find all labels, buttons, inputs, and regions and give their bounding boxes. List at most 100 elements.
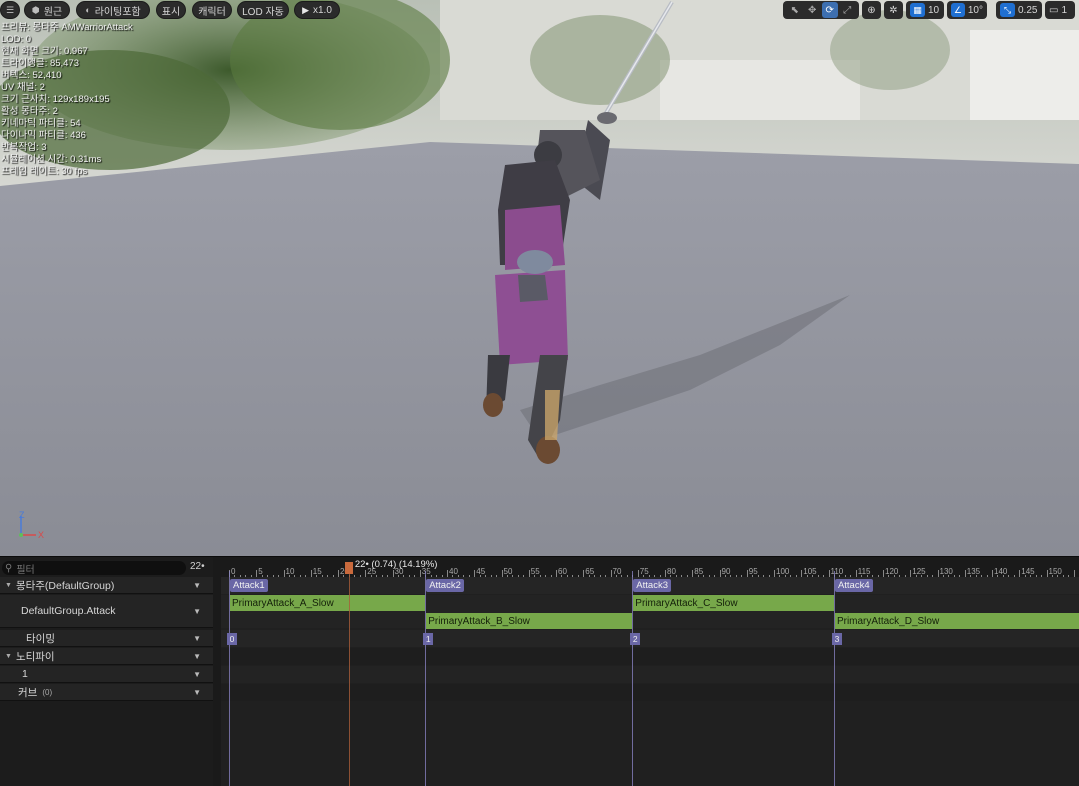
montage-group-row[interactable]: ▼ 몽타주(DefaultGroup) ▼ <box>0 577 213 594</box>
axis-x-label: X <box>38 530 44 540</box>
scale-snap-icon: ⤡ <box>1000 3 1015 17</box>
rotate-icon[interactable]: ⟳ <box>822 2 838 18</box>
slot-row[interactable]: DefaultGroup.Attack ▼ <box>0 595 213 628</box>
ruler-tick-label: 10 <box>285 567 295 576</box>
play-icon: ▶ <box>302 4 309 15</box>
collapse-triangle-icon[interactable]: ▼ <box>5 653 12 660</box>
playhead-line <box>348 574 350 786</box>
viewport-menu-button[interactable]: ☰ <box>0 1 20 19</box>
filter-input[interactable]: ⚲ 필터 <box>2 561 186 576</box>
anim-segment[interactable]: PrimaryAttack_D_Slow <box>834 613 1079 629</box>
snap-surface-icon: ✲ <box>889 4 898 16</box>
stat-line: 프레임 레이트: 30 fps <box>1 166 88 177</box>
preview-viewport[interactable]: ☰ ⬢ 원근 ◐ 라이팅포함 표시 캐릭터 LOD 자동 ▶ x1.0 ⬉ ✥ … <box>0 0 1079 556</box>
globe-icon: ⊕ <box>867 4 876 16</box>
scale-snap-toggle[interactable]: ⤡ 0.25 <box>996 1 1042 19</box>
chevron-down-icon[interactable]: ▼ <box>193 581 201 590</box>
collapse-triangle-icon[interactable]: ▼ <box>5 582 12 589</box>
timing-marker[interactable]: 0 <box>227 633 237 645</box>
ruler-tick-label: 140 <box>994 567 1008 576</box>
grid-snap-toggle[interactable]: ▦ 10 <box>906 1 944 19</box>
timing-row[interactable]: 타이밍 ▼ <box>0 630 213 647</box>
section-line <box>833 571 835 786</box>
axis-gizmo: Z X <box>19 510 44 540</box>
stat-line: 프리뷰: 몽타주 AMWarriorAttack <box>1 22 133 33</box>
ruler-tick-label: 50 <box>503 567 513 576</box>
timing-marker[interactable]: 2 <box>630 633 641 645</box>
ruler-tick-label: 120 <box>885 567 899 576</box>
search-icon: ⚲ <box>5 562 13 574</box>
ruler-tick-label: 0 <box>231 567 236 576</box>
chevron-down-icon[interactable]: ▼ <box>193 652 201 661</box>
scale-icon[interactable]: ⤢ <box>840 2 856 18</box>
show-button[interactable]: 표시 <box>156 1 186 19</box>
timing-marker[interactable]: 3 <box>831 633 842 645</box>
lighting-mode-button[interactable]: ◐ 라이팅포함 <box>76 1 150 19</box>
surface-snap-toggle[interactable]: ✲ <box>884 1 903 19</box>
ruler-tick-label: 80 <box>667 567 676 576</box>
stat-line: 키네마틱 파티클: 54 <box>1 118 81 129</box>
character-button[interactable]: 캐릭터 <box>192 1 232 19</box>
playhead-handle[interactable] <box>344 562 353 574</box>
chevron-down-icon[interactable]: ▼ <box>193 670 201 679</box>
anim-segment[interactable]: PrimaryAttack_A_Slow <box>230 595 426 611</box>
chevron-down-icon[interactable]: ▼ <box>193 688 201 697</box>
cube-icon: ⬢ <box>31 4 40 15</box>
perspective-button[interactable]: ⬢ 원근 <box>24 1 70 19</box>
translate-icon[interactable]: ✥ <box>805 2 821 18</box>
lit-sphere-icon: ◐ <box>85 5 91 15</box>
camera-icon: ▭ <box>1049 4 1059 16</box>
stat-line: 현재 화면 크기: 0.967 <box>1 46 88 57</box>
lod-button[interactable]: LOD 자동 <box>237 1 289 19</box>
ruler-tick-label: 130 <box>939 567 953 576</box>
stat-line: 트라이앵글: 85,473 <box>1 58 80 69</box>
curve-row[interactable]: 커브 (0) ▼ <box>0 684 213 701</box>
stat-line: LOD: 0 <box>1 34 32 45</box>
ruler-tick-label: 150 <box>1048 567 1062 576</box>
stat-line: 다이나믹 파티클: 436 <box>1 130 86 141</box>
notify-track-row[interactable]: 1 ▼ <box>0 666 213 683</box>
ruler-tick-label: 75 <box>639 567 649 576</box>
ruler-tick-label: 5 <box>258 567 263 576</box>
anim-segment[interactable]: PrimaryAttack_B_Slow <box>426 613 633 629</box>
hamburger-icon: ☰ <box>5 4 15 15</box>
chevron-down-icon[interactable]: ▼ <box>193 634 201 643</box>
stat-line: 버텍스: 52,410 <box>1 70 62 81</box>
ruler-tick-label: 85 <box>694 567 704 576</box>
ruler-tick-label: 40 <box>449 567 458 576</box>
notify-row[interactable]: ▼ 노티파이 ▼ <box>0 648 213 665</box>
section-marker[interactable]: Attack1 <box>230 579 268 592</box>
play-rate-button[interactable]: ▶ x1.0 <box>294 1 340 19</box>
ruler-tick-label: 55 <box>530 567 540 576</box>
grid-icon: ▦ <box>910 3 925 17</box>
chevron-down-icon[interactable]: ▼ <box>193 607 201 616</box>
stat-line: 활성 몽타주: 2 <box>1 106 58 117</box>
ruler-tick-label: 100 <box>776 567 790 576</box>
ruler-tick-label: 70 <box>612 567 622 576</box>
section-marker[interactable]: Attack3 <box>633 579 671 592</box>
rotation-snap-toggle[interactable]: ∠ 10° <box>947 1 987 19</box>
anim-segment[interactable]: PrimaryAttack_C_Slow <box>633 595 834 611</box>
axis-z-label: Z <box>19 510 25 520</box>
camera-speed-button[interactable]: ▭ 1 <box>1045 1 1075 19</box>
stat-line: UV 채널: 2 <box>1 82 45 93</box>
ruler-tick-label: 90 <box>721 567 731 576</box>
ruler-tick-label: 45 <box>476 567 486 576</box>
stat-line: 시뮬레이션 시간: 0.31ms <box>1 154 102 165</box>
timeline-area[interactable]: 0510152025303540455055606570758085909510… <box>221 557 1079 786</box>
transform-tools: ⬉ ✥ ⟳ ⤢ <box>783 1 859 19</box>
animation-montage-editor: ☰ ⬢ 원근 ◐ 라이팅포함 표시 캐릭터 LOD 자동 ▶ x1.0 ⬉ ✥ … <box>0 0 1079 786</box>
world-local-toggle[interactable]: ⊕ <box>862 1 881 19</box>
ruler-tick-label: 105 <box>803 567 817 576</box>
playhead-label: 22• (0.74) (14.19%) <box>354 559 438 570</box>
ruler-tick-label: 60 <box>558 567 567 576</box>
montage-timeline-panel: ⚲ 필터 22• ▼ 몽타주(DefaultGroup) ▼ DefaultGr… <box>0 556 1079 786</box>
ruler-tick-label: 110 <box>830 567 844 576</box>
current-frame-display: 22• <box>190 561 205 572</box>
timing-marker[interactable]: 1 <box>423 633 434 645</box>
section-marker[interactable]: Attack2 <box>426 579 464 592</box>
select-icon[interactable]: ⬉ <box>787 2 803 18</box>
section-marker[interactable]: Attack4 <box>834 579 873 592</box>
section-line <box>425 571 427 786</box>
track-list: ⚲ 필터 22• ▼ 몽타주(DefaultGroup) ▼ DefaultGr… <box>0 557 213 786</box>
